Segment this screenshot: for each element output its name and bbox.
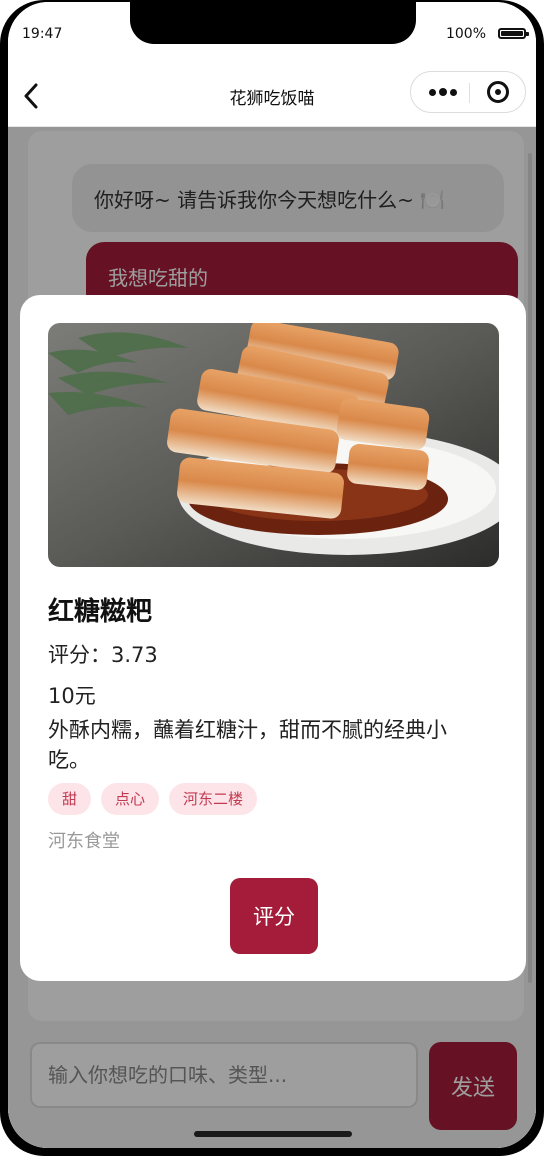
food-name: 红糖糍粑 <box>48 597 153 627</box>
tag-badge: 甜 <box>48 783 92 815</box>
screen: 19:47 100% 花狮吃饭喵 你好呀~ 请告诉我你今天想吃什么~ 🍽️ 我想… <box>8 2 536 1148</box>
tag-badge: 点心 <box>101 783 160 815</box>
food-image <box>48 323 499 567</box>
notch <box>130 2 416 44</box>
phone-frame: 19:47 100% 花狮吃饭喵 你好呀~ 请告诉我你今天想吃什么~ 🍽️ 我想… <box>0 0 544 1156</box>
food-card-modal: 红糖糍粑 评分：3.73 10元 外酥内糯，蘸着红糖汁，甜而不腻的经典小吃。 甜… <box>20 295 526 981</box>
mini-program-capsule <box>410 71 526 113</box>
rate-button[interactable]: 评分 <box>230 878 318 954</box>
target-circle-icon[interactable] <box>487 81 509 103</box>
more-dots-icon[interactable] <box>425 84 461 100</box>
battery-percent: 100% <box>445 26 486 42</box>
food-rating: 评分：3.73 <box>48 643 158 667</box>
food-photo <box>48 323 499 567</box>
canteen-name: 河东食堂 <box>48 831 120 852</box>
nav-bar: 花狮吃饭喵 <box>8 64 536 127</box>
more-dot <box>439 88 447 96</box>
capsule-divider <box>469 83 470 103</box>
tag-list: 甜 点心 河东二楼 <box>48 783 258 815</box>
more-dot <box>450 88 457 96</box>
tag-badge: 河东二楼 <box>169 783 258 815</box>
battery-icon <box>498 28 529 39</box>
more-dot <box>429 88 436 96</box>
food-description: 外酥内糯，蘸着红糖汁，甜而不腻的经典小吃。 <box>48 718 447 772</box>
food-price: 10元 <box>48 684 96 708</box>
home-indicator[interactable] <box>194 1131 352 1137</box>
status-time: 19:47 <box>22 26 63 42</box>
